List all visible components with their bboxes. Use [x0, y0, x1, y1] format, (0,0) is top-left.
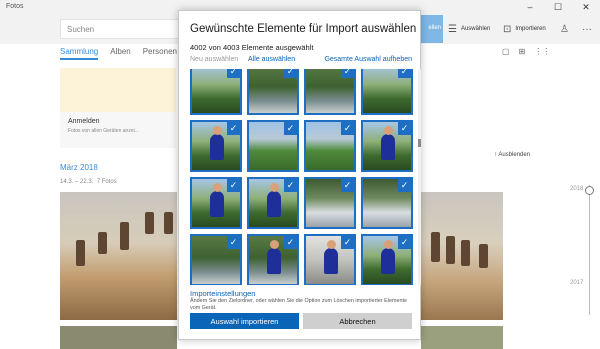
photo-thumbnail[interactable]: ✓: [361, 69, 413, 115]
thumbnail-subject: [267, 191, 281, 217]
thumbnail-subject: [327, 240, 336, 249]
import-label: Importieren: [515, 26, 546, 32]
checkbox-checked-icon[interactable]: ✓: [398, 236, 411, 249]
import-dialog: Gewünschte Elemente für Import auswählen…: [178, 10, 421, 340]
date-range: 14.3. – 22.3. 7 Fotos: [60, 179, 117, 185]
date-heading: März 2018: [60, 163, 98, 172]
more-icon[interactable]: ···: [582, 14, 592, 44]
import-selection-button[interactable]: Auswahl importieren: [190, 313, 299, 329]
promo-subtitle: Fotos von allen Geräten anzei...: [68, 128, 139, 134]
window-title: Fotos: [6, 3, 24, 10]
checkbox-checked-icon[interactable]: ✓: [284, 122, 297, 135]
photo-thumbnail[interactable]: ✓: [304, 120, 356, 172]
checkbox-checked-icon[interactable]: ✓: [341, 122, 354, 135]
promo-text: Anmelden Fotos von allen Geräten anzei..…: [60, 112, 176, 148]
dialog-title: Gewünschte Elemente für Import auswählen: [190, 23, 417, 35]
view-toggle: ▢ ⊞ ⋮⋮: [502, 47, 550, 56]
promo-title: Anmelden: [68, 118, 100, 125]
photo-tile[interactable]: [60, 326, 177, 349]
photo-thumbnail[interactable]: ✓: [190, 120, 242, 172]
checklist-icon: ☰: [448, 23, 457, 35]
create-button-edge[interactable]: ellen: [421, 15, 443, 43]
photo-thumbnail[interactable]: ✓: [304, 177, 356, 229]
selection-count: 4002 von 4003 Elemente ausgewählt: [190, 43, 314, 52]
photo-thumbnail[interactable]: ✓: [361, 177, 413, 229]
checkbox-checked-icon[interactable]: ✓: [398, 179, 411, 192]
checkbox-checked-icon[interactable]: ✓: [341, 236, 354, 249]
checkbox-checked-icon[interactable]: ✓: [227, 122, 240, 135]
scrollbar-thumb[interactable]: [418, 139, 421, 147]
thumbnail-subject: [381, 248, 395, 274]
tab-alben[interactable]: Alben: [110, 47, 130, 60]
search-input[interactable]: Suchen: [60, 19, 180, 39]
select-new-link[interactable]: Neu auswählen: [190, 56, 238, 63]
import-button[interactable]: ⊡ Importieren: [503, 14, 546, 44]
checkbox-checked-icon[interactable]: ✓: [341, 69, 354, 78]
timeline-knob[interactable]: [585, 186, 594, 195]
checkbox-checked-icon[interactable]: ✓: [398, 122, 411, 135]
thumbnail-subject: [213, 126, 222, 135]
maximize-icon[interactable]: ☐: [544, 0, 572, 14]
checkbox-checked-icon[interactable]: ✓: [398, 69, 411, 78]
thumbnail-subject: [384, 240, 393, 249]
checkbox-checked-icon[interactable]: ✓: [284, 179, 297, 192]
grid-view-icon[interactable]: ⊞: [519, 47, 526, 56]
tab-personen[interactable]: Personen: [143, 47, 177, 60]
photo-tile[interactable]: [421, 192, 503, 320]
photo-thumbnail[interactable]: ✓: [304, 234, 356, 285]
small-view-icon[interactable]: ⋮⋮: [534, 47, 550, 56]
photo-thumbnail[interactable]: ✓: [247, 177, 299, 229]
checkbox-checked-icon[interactable]: ✓: [227, 69, 240, 78]
thumbnail-subject: [324, 248, 338, 274]
import-icon: ⊡: [503, 23, 512, 35]
thumbnail-grid: ✓✓✓✓✓✓✓✓✓✓✓✓✓✓✓✓✓✓✓✓: [190, 69, 413, 285]
photo-tile[interactable]: [60, 192, 177, 320]
checkbox-checked-icon[interactable]: ✓: [341, 179, 354, 192]
cancel-button[interactable]: Abbrechen: [303, 313, 412, 329]
scrollbar[interactable]: [418, 69, 421, 285]
thumbnail-subject: [384, 126, 393, 135]
account-icon[interactable]: ♙: [560, 14, 569, 44]
photo-thumbnail[interactable]: ✓: [247, 120, 299, 172]
photo-thumbnail[interactable]: ✓: [190, 69, 242, 115]
checkbox-checked-icon[interactable]: ✓: [227, 179, 240, 192]
hide-button[interactable]: ↑ Ausblenden: [494, 152, 530, 158]
timeline-year: 2018: [570, 186, 584, 192]
thumbnail-subject: [213, 183, 222, 192]
large-view-icon[interactable]: ▢: [502, 47, 510, 56]
select-label: Auswählen: [460, 26, 491, 32]
photo-thumbnail[interactable]: ✓: [304, 69, 356, 115]
photo-thumbnail[interactable]: ✓: [190, 234, 242, 285]
thumbnail-subject: [270, 240, 279, 249]
close-icon[interactable]: ✕: [572, 0, 600, 14]
import-settings-link[interactable]: Importeinstellungen: [190, 289, 255, 298]
photo-thumbnail[interactable]: ✓: [361, 234, 413, 285]
thumbnail-subject: [210, 134, 224, 160]
import-settings-description: Ändern Sie den Zielordner, oder wählen S…: [190, 298, 407, 311]
tab-sammlung[interactable]: Sammlung: [60, 47, 99, 60]
photo-thumbnail[interactable]: ✓: [247, 69, 299, 115]
clear-selection-link[interactable]: Gesamte Auswahl aufheben: [324, 56, 412, 63]
photo-thumbnail[interactable]: ✓: [190, 177, 242, 229]
minimize-icon[interactable]: –: [516, 0, 544, 14]
select-all-link[interactable]: Alle auswählen: [248, 56, 295, 63]
timeline-year: 2017: [570, 280, 584, 286]
checkbox-checked-icon[interactable]: ✓: [284, 236, 297, 249]
checkbox-checked-icon[interactable]: ✓: [227, 236, 240, 249]
thumbnail-subject: [270, 183, 279, 192]
checkbox-checked-icon[interactable]: ✓: [284, 69, 297, 78]
thumbnail-subject: [381, 134, 395, 160]
photo-thumbnail[interactable]: ✓: [247, 234, 299, 285]
select-button[interactable]: ☰ Auswählen: [448, 14, 490, 44]
thumbnail-subject: [210, 191, 224, 217]
thumbnail-list[interactable]: ✓✓✓✓✓✓✓✓✓✓✓✓✓✓✓✓✓✓✓✓: [190, 69, 418, 285]
timeline-scrubber[interactable]: [589, 185, 590, 315]
collection-tabs: Sammlung Alben Personen: [60, 47, 177, 60]
photo-tile[interactable]: [421, 326, 503, 349]
photo-thumbnail[interactable]: ✓: [361, 120, 413, 172]
thumbnail-subject: [267, 248, 281, 274]
